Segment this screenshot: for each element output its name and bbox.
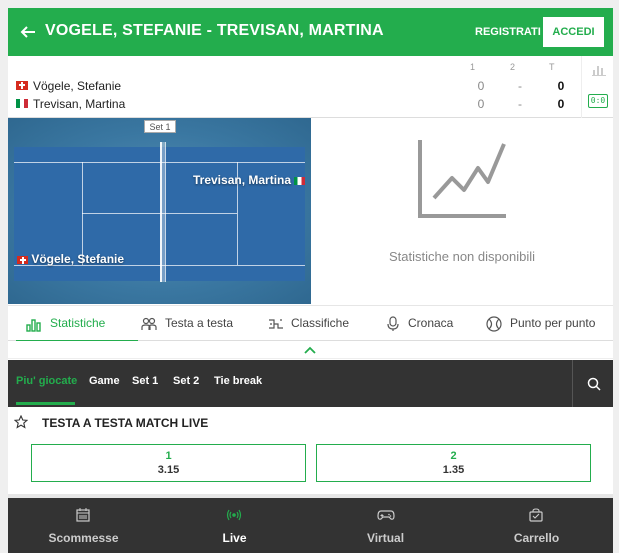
filter-tie-break[interactable]: Tie break <box>214 375 262 387</box>
nav-label: Virtual <box>366 531 405 545</box>
view-switcher: 0:0 <box>581 56 613 118</box>
court-player-top: Trevisan, Martina <box>193 173 306 187</box>
market-search-button[interactable] <box>572 360 613 407</box>
back-arrow-icon[interactable] <box>18 22 38 42</box>
tab-label: Classifiche <box>291 316 350 330</box>
score-set1: 0 <box>477 97 485 111</box>
filter-game[interactable]: Game <box>89 375 120 387</box>
filter-set-1[interactable]: Set 1 <box>132 375 158 387</box>
tennis-ball-icon <box>486 316 502 332</box>
cart-icon <box>529 508 543 522</box>
odds-value: 1.35 <box>442 464 465 476</box>
tennis-court-visual: Set 1 Trevisan, Martina Vögele, Stefanie <box>8 118 311 304</box>
odds-button-2[interactable]: 2 1.35 <box>316 444 591 482</box>
switzerland-flag-icon <box>16 81 28 90</box>
nav-live[interactable]: Live <box>159 498 310 553</box>
score-set2: - <box>518 97 522 111</box>
star-favorite-icon[interactable] <box>14 415 28 429</box>
odds-selection: 2 <box>450 450 457 462</box>
filter-set-2[interactable]: Set 2 <box>173 375 199 387</box>
live-signal-icon <box>226 509 242 521</box>
switzerland-flag-icon <box>17 255 28 264</box>
collapse-toggle[interactable] <box>8 341 613 359</box>
tab-cronaca[interactable]: Cronaca <box>385 306 465 341</box>
gamepad-icon <box>377 510 395 520</box>
chevron-up-icon <box>304 346 316 354</box>
people-icon <box>141 317 157 330</box>
player-name: Trevisan, Martina <box>33 97 126 111</box>
player-name: Vögele, Stefanie <box>33 79 122 93</box>
italy-flag-icon <box>16 99 28 108</box>
court-net <box>160 142 166 282</box>
score-set1: 0 <box>477 79 485 93</box>
odds-button-1[interactable]: 1 3.15 <box>31 444 306 482</box>
tab-label: Testa a testa <box>165 316 234 330</box>
score-table: 1 2 T Vögele, Stefanie 0 - 0 Trevisan, M… <box>8 56 613 118</box>
nav-carrello[interactable]: Carrello <box>461 498 612 553</box>
court-player-name: Trevisan, Martina <box>193 173 292 187</box>
tab-testa-a-testa[interactable]: Testa a testa <box>141 306 251 341</box>
search-icon <box>587 377 601 391</box>
nav-virtual[interactable]: Virtual <box>310 498 461 553</box>
market-block: TESTA A TESTA MATCH LIVE 1 3.15 2 1.35 <box>8 407 613 497</box>
score-total: 0 <box>557 97 565 111</box>
bar-stats-icon[interactable] <box>592 64 606 76</box>
tab-punto-per-punto[interactable]: Punto per punto <box>486 306 608 341</box>
score-row-player-2: Trevisan, Martina 0 - 0 <box>16 96 576 114</box>
column-header-set1: 1 <box>470 62 476 72</box>
column-header-set2: 2 <box>510 62 516 72</box>
top-header: VOGELE, STEFANIE - TREVISAN, MARTINA REG… <box>8 8 613 56</box>
odds-selection: 1 <box>165 450 172 462</box>
stats-empty-message: Statistiche non disponibili <box>389 249 535 264</box>
calendar-icon <box>76 508 90 522</box>
bottom-navigation: Scommesse Live Virtual Carrello <box>8 498 613 553</box>
set-badge: Set 1 <box>144 120 176 133</box>
nav-label: Carrello <box>513 531 560 545</box>
tab-label: Statistiche <box>50 316 106 330</box>
ranking-icon <box>269 319 283 329</box>
column-header-total: T <box>549 62 555 72</box>
score-set2: - <box>518 79 522 93</box>
active-filter-indicator <box>16 402 75 405</box>
tab-label: Cronaca <box>408 316 454 330</box>
login-button[interactable]: ACCEDI <box>543 17 604 47</box>
register-link[interactable]: REGISTRATI <box>475 26 541 38</box>
tab-label: Punto per punto <box>510 316 596 330</box>
bar-chart-icon <box>26 319 41 332</box>
court-player-bottom: Vögele, Stefanie <box>17 252 124 266</box>
court-player-name: Vögele, Stefanie <box>31 252 125 266</box>
tab-statistiche[interactable]: Statistiche <box>16 306 138 342</box>
microphone-icon <box>387 316 399 331</box>
score-row-player-1: Vögele, Stefanie 0 - 0 <box>16 78 576 96</box>
nav-label: Live <box>222 531 247 545</box>
app-frame: VOGELE, STEFANIE - TREVISAN, MARTINA REG… <box>8 8 613 553</box>
info-tabs: Statistiche Testa a testa Classifiche Cr… <box>8 305 613 342</box>
stats-panel: Statistiche non disponibili <box>311 118 613 304</box>
market-filter-bar: Piu' giocate Game Set 1 Set 2 Tie break <box>8 360 613 407</box>
odds-value: 3.15 <box>157 464 180 476</box>
tab-classifiche[interactable]: Classifiche <box>268 306 368 341</box>
nav-scommesse[interactable]: Scommesse <box>8 498 159 553</box>
line-chart-icon <box>418 140 506 218</box>
nav-label: Scommesse <box>48 531 119 545</box>
filter-piu-giocate[interactable]: Piu' giocate <box>16 375 77 387</box>
market-title: TESTA A TESTA MATCH LIVE <box>42 416 209 430</box>
score-total: 0 <box>557 79 565 93</box>
match-title: VOGELE, STEFANIE - TREVISAN, MARTINA <box>45 22 384 39</box>
scoreboard-icon[interactable]: 0:0 <box>588 94 608 108</box>
italy-flag-icon <box>294 176 306 185</box>
